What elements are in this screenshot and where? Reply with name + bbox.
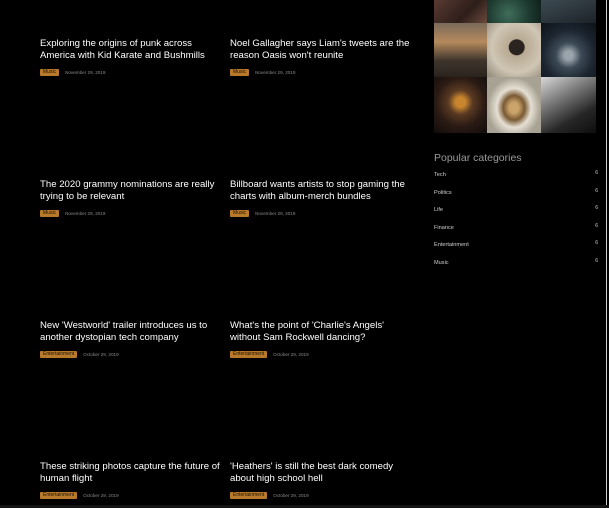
post-card[interactable]: The 2020 grammy nominations are really t… [40,179,220,217]
post-card[interactable]: 'Heathers' is still the best dark comedy… [230,461,410,499]
category-list: Tech 6 Politics 6 Life 6 Finance 6 Enter… [434,170,598,278]
gallery-photo[interactable] [434,77,487,133]
post-title[interactable]: These striking photos capture the future… [40,461,220,485]
post-meta: Entertainment October 29, 2019 [230,350,410,358]
post-date: October 29, 2019 [83,492,119,498]
post-date: November 29, 2019 [255,69,296,75]
gallery-photo[interactable] [434,0,487,23]
category-item[interactable]: Music 6 [434,257,598,278]
category-badge[interactable]: Entertainment [230,491,268,499]
post-title[interactable]: What's the point of 'Charlie's Angels' w… [230,320,410,344]
category-name[interactable]: Entertainment [434,242,469,260]
post-date: November 29, 2019 [255,210,296,216]
post-title[interactable]: 'Heathers' is still the best dark comedy… [230,461,410,485]
post-card[interactable]: Billboard wants artists to stop gaming t… [230,179,410,217]
post-title[interactable]: The 2020 grammy nominations are really t… [40,179,220,203]
category-item[interactable]: Entertainment 6 [434,240,598,260]
post-meta: Entertainment October 29, 2019 [40,350,220,358]
post-date: October 29, 2019 [83,351,119,357]
category-name[interactable]: Music [434,260,449,278]
category-name[interactable]: Politics [434,190,452,208]
category-badge[interactable]: Music [230,68,250,76]
post-meta: Music November 29, 2019 [40,68,220,76]
category-badge[interactable]: Music [40,68,60,76]
post-title[interactable]: Noel Gallagher says Liam's tweets are th… [230,38,410,62]
post-title[interactable]: Billboard wants artists to stop gaming t… [230,179,410,203]
category-badge[interactable]: Music [230,209,250,217]
post-card[interactable]: Noel Gallagher says Liam's tweets are th… [230,38,410,76]
post-meta: Music November 29, 2019 [230,209,410,217]
category-item[interactable]: Tech 6 [434,170,598,190]
post-title[interactable]: Exploring the origins of punk across Ame… [40,38,220,62]
post-card[interactable]: These striking photos capture the future… [40,461,220,499]
category-badge[interactable]: Entertainment [40,491,78,499]
gallery-photo[interactable] [487,77,541,133]
post-title[interactable]: New 'Westworld' trailer introduces us to… [40,320,220,344]
gallery-photo[interactable] [541,23,596,77]
category-badge[interactable]: Entertainment [40,350,78,358]
category-item[interactable]: Finance 6 [434,223,598,243]
post-card[interactable]: Exploring the origins of punk across Ame… [40,38,220,76]
post-meta: Music November 29, 2019 [230,68,410,76]
post-date: November 29, 2019 [65,69,106,75]
gallery-photo[interactable] [541,77,596,133]
category-badge[interactable]: Entertainment [230,350,268,358]
gallery-photo[interactable] [487,0,541,23]
post-date: November 29, 2019 [65,210,106,216]
gallery-photo[interactable] [541,0,596,23]
post-date: October 29, 2019 [273,492,309,498]
category-name[interactable]: Finance [434,225,454,243]
category-name[interactable]: Tech [434,172,446,190]
post-meta: Entertainment October 29, 2019 [40,491,220,499]
instagram-gallery [434,0,596,133]
post-meta: Music November 29, 2019 [40,209,220,217]
popular-categories-title: Popular categories [434,152,522,164]
gallery-photo[interactable] [487,23,541,77]
category-badge[interactable]: Music [40,209,60,217]
category-name[interactable]: Life [434,207,443,225]
post-card[interactable]: New 'Westworld' trailer introduces us to… [40,320,220,358]
post-card[interactable]: What's the point of 'Charlie's Angels' w… [230,320,410,358]
gallery-photo[interactable] [434,23,487,77]
category-count: 6 [595,257,598,264]
category-item[interactable]: Life 6 [434,205,598,225]
category-item[interactable]: Politics 6 [434,188,598,208]
post-date: October 29, 2019 [273,351,309,357]
post-meta: Entertainment October 29, 2019 [230,491,410,499]
